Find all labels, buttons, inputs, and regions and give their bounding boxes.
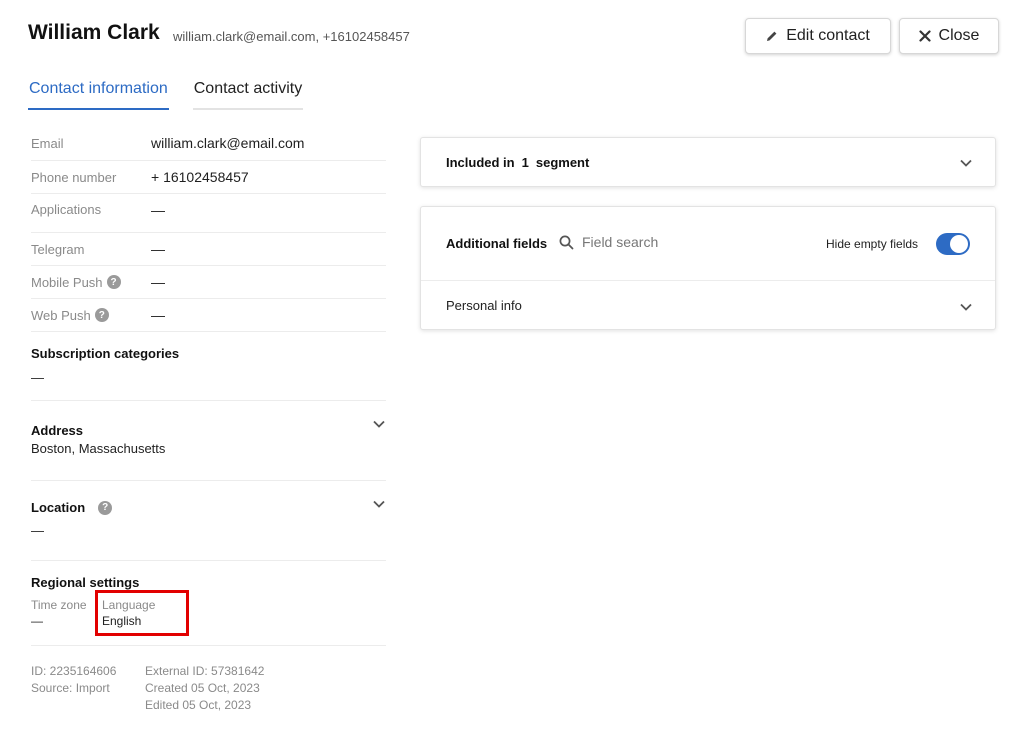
created-date: Created 05 Oct, 2023 [145,681,260,695]
tab-contact-information[interactable]: Contact information [28,80,169,110]
hide-empty-toggle[interactable] [936,233,970,255]
location-value: — [31,523,44,538]
chevron-down-icon[interactable] [959,300,973,319]
chevron-down-icon[interactable] [372,497,386,516]
address-value: Boston, Massachusetts [31,441,166,456]
telegram-value: — [151,241,165,257]
tab-contact-activity[interactable]: Contact activity [192,80,304,110]
field-search-input[interactable]: Field search [582,234,658,250]
regional-settings-section: Regional settings Time zone — Language E… [31,561,386,646]
help-icon[interactable]: ? [98,500,113,515]
segments-card[interactable]: Included in 1 segment [420,137,996,187]
mobile-push-row: Mobile Push ? — [31,266,386,299]
segments-suffix: segment [535,155,590,170]
subscription-section: Subscription categories — [31,332,386,401]
telegram-row: Telegram — [31,233,386,266]
mobile-push-value: — [151,274,165,290]
applications-label: Applications [31,202,102,217]
location-section[interactable]: Location ? — [31,481,386,561]
contact-meta: ID: 2235164606 Source: Import External I… [31,663,264,712]
contact-tabs: Contact information Contact activity [28,80,327,110]
contact-id: ID: 2235164606 [31,664,117,678]
chevron-down-icon[interactable] [372,417,386,436]
mobile-push-label: Mobile Push [31,274,103,290]
close-label: Close [938,27,980,44]
contact-header: William Clark william.clark@email.com, +… [28,0,1000,70]
regional-settings-title: Regional settings [31,575,140,590]
applications-value: — [151,202,165,218]
help-icon[interactable]: ? [106,275,121,289]
language-highlight-box [95,590,189,636]
search-icon [559,235,574,250]
subscription-title: Subscription categories [31,346,180,361]
close-button[interactable]: Close [899,18,999,54]
phone-row: Phone number + 16102458457 [31,161,386,194]
edit-contact-button[interactable]: Edit contact [745,18,891,54]
hide-empty-label: Hide empty fields [826,237,919,251]
web-push-value: — [151,307,165,323]
external-id: External ID: 57381642 [145,664,265,678]
additional-fields-card: Additional fields Field search Hide empt… [420,206,996,330]
address-section[interactable]: Address Boston, Massachusetts [31,401,386,481]
email-row: Email william.clark@email.com [31,126,386,161]
timezone-value: — [31,614,43,628]
web-push-row: Web Push ? — [31,299,386,332]
contact-source: Source: Import [31,681,110,695]
personal-info-label[interactable]: Personal info [446,298,522,313]
close-icon [918,30,931,42]
email-label: Email [31,135,64,151]
email-value[interactable]: william.clark@email.com [151,135,304,151]
contact-info-panel: Email william.clark@email.com Phone numb… [31,126,386,646]
segments-prefix: Included in [446,155,515,170]
segments-count: 1 [521,155,529,170]
help-icon[interactable]: ? [94,308,109,322]
timezone-block: Time zone — [31,598,102,628]
pencil-icon [766,30,778,42]
web-push-label: Web Push [31,307,91,323]
contact-subtitle: william.clark@email.com, +16102458457 [173,29,410,44]
chevron-down-icon[interactable] [959,156,973,175]
location-title: Location [31,500,86,515]
toggle-knob [950,235,968,253]
field-search[interactable]: Field search [559,234,658,250]
edited-date: Edited 05 Oct, 2023 [145,698,252,712]
contact-name: William Clark [28,21,160,44]
phone-label: Phone number [31,169,117,185]
subscription-value: — [31,370,44,385]
edit-contact-label: Edit contact [786,27,870,44]
phone-value[interactable]: + 16102458457 [151,169,249,185]
address-title: Address [31,423,84,438]
additional-fields-title: Additional fields [446,236,548,251]
applications-row: Applications — [31,194,386,233]
timezone-label: Time zone [31,598,87,612]
card-divider [421,280,995,281]
telegram-label: Telegram [31,241,85,257]
